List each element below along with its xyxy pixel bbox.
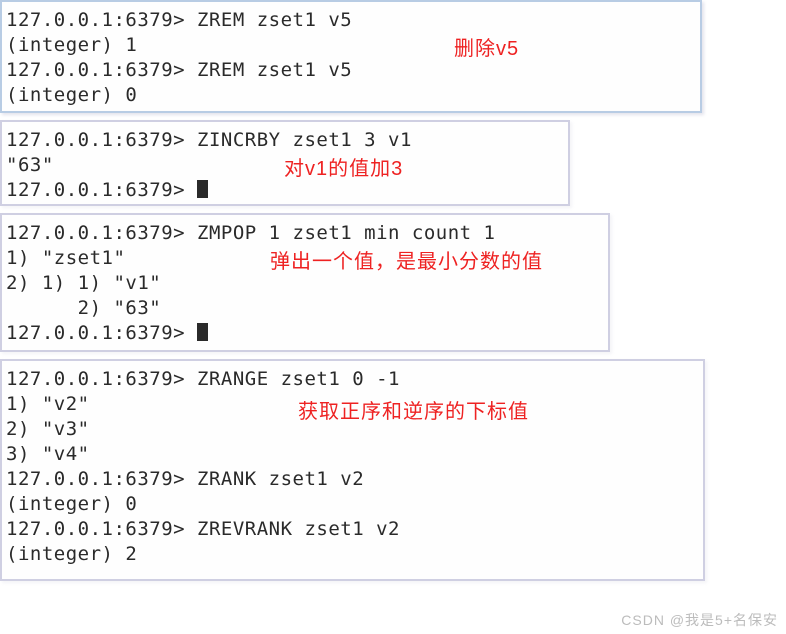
annotation-zincrby: 对v1的值加3	[284, 152, 403, 181]
terminal-line: 127.0.0.1:6379>	[6, 178, 564, 203]
terminal-line: 127.0.0.1:6379>	[6, 321, 604, 346]
prompt-text: 127.0.0.1:6379>	[6, 179, 197, 201]
terminal-panel-zmpop: 127.0.0.1:6379> ZMPOP 1 zset1 min count …	[0, 213, 610, 352]
terminal-line: 127.0.0.1:6379> ZREVRANK zset1 v2	[6, 517, 699, 542]
cursor-icon	[197, 323, 208, 341]
annotation-zrange: 获取正序和逆序的下标值	[298, 395, 529, 424]
watermark-text: CSDN @我是5+名保安	[621, 610, 778, 630]
terminal-line: 127.0.0.1:6379> ZMPOP 1 zset1 min count …	[6, 221, 604, 246]
terminal-panel-zrem: 127.0.0.1:6379> ZREM zset1 v5 (integer) …	[0, 0, 702, 113]
terminal-line: 127.0.0.1:6379> ZREM zset1 v5	[6, 8, 696, 33]
cursor-icon	[197, 180, 208, 198]
terminal-line: (integer) 1	[6, 33, 696, 58]
terminal-line: 2) 1) 1) "v1"	[6, 271, 604, 296]
terminal-line: (integer) 0	[6, 492, 699, 517]
terminal-panel-zrange: 127.0.0.1:6379> ZRANGE zset1 0 -1 1) "v2…	[0, 359, 705, 581]
terminal-line: (integer) 2	[6, 542, 699, 567]
terminal-line: 127.0.0.1:6379> ZREM zset1 v5	[6, 58, 696, 83]
terminal-line: 2) "63"	[6, 296, 604, 321]
annotation-zrem: 删除v5	[454, 32, 519, 61]
prompt-text: 127.0.0.1:6379>	[6, 322, 197, 344]
terminal-line: 127.0.0.1:6379> ZRANK zset1 v2	[6, 467, 699, 492]
terminal-line: (integer) 0	[6, 83, 696, 108]
terminal-line: 3) "v4"	[6, 442, 699, 467]
terminal-line: 127.0.0.1:6379> ZRANGE zset1 0 -1	[6, 367, 699, 392]
terminal-line: 127.0.0.1:6379> ZINCRBY zset1 3 v1	[6, 128, 564, 153]
terminal-panel-zincrby: 127.0.0.1:6379> ZINCRBY zset1 3 v1 "63" …	[0, 120, 570, 206]
annotation-zmpop: 弹出一个值，是最小分数的值	[270, 245, 543, 274]
